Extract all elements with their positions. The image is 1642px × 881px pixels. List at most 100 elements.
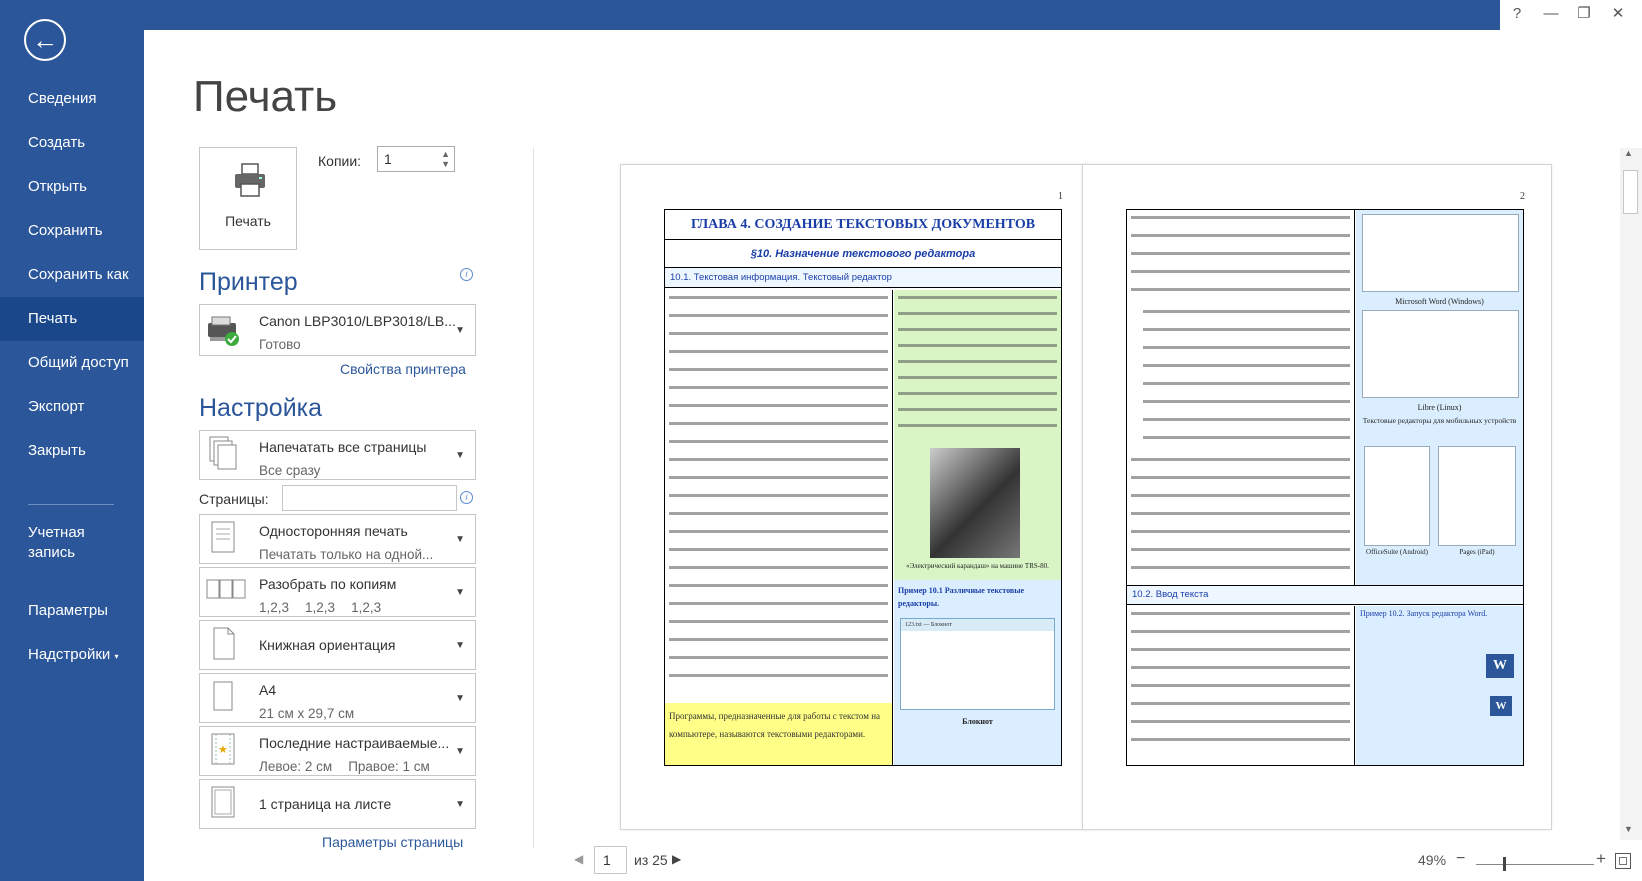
page-number-input[interactable]: 1 (594, 846, 627, 874)
page-2-text (1127, 210, 1355, 585)
print-button[interactable]: Печать (199, 147, 297, 250)
dropdown-arrow-icon: ▼ (455, 587, 465, 598)
restore-icon: ❐ (1577, 5, 1591, 22)
close-window-button[interactable]: ✕ (1604, 2, 1632, 26)
copies-stepper[interactable]: 1 ▲ ▼ (377, 146, 455, 172)
margin-left: Левое: 2 см (259, 759, 333, 774)
libre-screenshot (1362, 310, 1519, 398)
page-1-content: ГЛАВА 4. СОЗДАНИЕ ТЕКСТОВЫХ ДОКУМЕНТОВ §… (664, 209, 1062, 766)
caption-pages: Pages (iPad) (1459, 548, 1495, 556)
scroll-down-icon[interactable]: ▼ (1624, 824, 1633, 834)
collate-title: Разобрать по копиям (259, 576, 397, 592)
dropdown-arrow-icon: ▼ (455, 325, 465, 336)
photo-caption: «Электрический карандаш» на машине TRS-8… (906, 562, 1049, 570)
zoom-out-icon[interactable]: − (1456, 850, 1465, 868)
printer-name: Canon LBP3010/LBP3018/LB... (259, 313, 456, 329)
copies-value: 1 (384, 151, 392, 167)
scrollbar-thumb[interactable] (1623, 170, 1638, 214)
sides-sub: Печатать только на одной... (259, 547, 434, 562)
pages-per-sheet-icon (211, 786, 235, 818)
zoom-slider-thumb[interactable] (1503, 857, 1506, 871)
nav-options[interactable]: Параметры (0, 589, 144, 633)
zoom-level[interactable]: 49% (1418, 852, 1446, 868)
printer-properties-link[interactable]: Свойства принтера (340, 361, 466, 377)
print-button-label: Печать (225, 213, 271, 229)
dropdown-arrow-icon: ▼ (455, 746, 465, 757)
pages-per-sheet-title: 1 страница на листе (259, 796, 392, 812)
nav-addins[interactable]: Надстройки ▾ (0, 633, 144, 677)
paper-size-title: A4 (259, 682, 277, 698)
margins-title: Последние настраиваемые... (259, 735, 450, 751)
minimize-button[interactable]: — (1537, 2, 1565, 26)
help-icon: ? (1512, 5, 1522, 22)
nav-share[interactable]: Общий доступ (0, 341, 144, 385)
nav-save-as[interactable]: Сохранить как (0, 253, 144, 297)
collate-icon (206, 579, 246, 599)
zoom-slider-track[interactable] (1476, 864, 1594, 865)
paper-size-dropdown[interactable]: A4 21 см x 29,7 см ▼ (199, 673, 476, 723)
margins-dropdown[interactable]: ★ Последние настраиваемые... Левое: 2 см… (199, 726, 476, 776)
screenshots-column: Microsoft Word (Windows) Libre (Linux) Т… (1356, 210, 1523, 585)
page-number: 1 (1058, 191, 1063, 202)
restore-button[interactable]: ❐ (1570, 2, 1598, 26)
nav-open[interactable]: Открыть (0, 165, 144, 209)
portrait-icon (213, 627, 235, 660)
preview-status-bar (534, 851, 1642, 881)
page-title: Печать (193, 72, 338, 121)
pages-per-sheet-dropdown[interactable]: 1 страница на листе ▼ (199, 779, 476, 829)
collate-dropdown[interactable]: Разобрать по копиям 1,2,3 1,2,3 1,2,3 ▼ (199, 567, 476, 617)
scroll-up-icon[interactable]: ▲ (1624, 148, 1633, 158)
zoom-to-page-icon[interactable] (1615, 853, 1631, 869)
orientation-dropdown[interactable]: Книжная ориентация ▼ (199, 620, 476, 670)
officesuite-screenshot (1364, 446, 1430, 546)
dropdown-arrow-icon: ▼ (455, 534, 465, 545)
page-2-content: Microsoft Word (Windows) Libre (Linux) Т… (1126, 209, 1524, 766)
caption-mobile: Текстовые редакторы для мобильных устрой… (1362, 416, 1517, 425)
next-page-icon[interactable]: ▶ (672, 852, 681, 866)
caption-word: Microsoft Word (Windows) (1395, 297, 1484, 306)
one-sided-icon (211, 521, 235, 553)
example-box: Пример 10.2. Запуск редактора Word. W W (1356, 606, 1523, 765)
preview-page-2: 2 Microsoft Word (Windows) Libre (Linux)… (1082, 164, 1552, 830)
page-1-right-column: «Электрический карандаш» на машине TRS-8… (894, 290, 1061, 765)
info-icon[interactable]: i (460, 268, 473, 281)
sides-dropdown[interactable]: Односторонняя печать Печатать только на … (199, 514, 476, 564)
printer-dropdown[interactable]: Canon LBP3010/LBP3018/LB... Готово ▼ (199, 304, 476, 356)
spin-arrows-icon[interactable]: ▲ ▼ (441, 149, 450, 169)
margin-right: Правое: 1 см (348, 759, 430, 774)
back-button[interactable]: ← (24, 19, 66, 61)
print-range-sub: Все сразу (259, 463, 321, 478)
backstage-sidebar: ← Сведения Создать Открыть Сохранить Сох… (0, 0, 144, 881)
nav-info[interactable]: Сведения (0, 77, 144, 121)
pages-input[interactable] (282, 485, 457, 511)
print-range-dropdown[interactable]: Напечатать все страницы Все сразу ▼ (199, 430, 476, 480)
prev-page-icon[interactable]: ◀ (574, 852, 583, 866)
nav-account[interactable]: Учетная запись (0, 523, 112, 569)
nav-addins-label: Надстройки (28, 646, 111, 663)
preview-page-1: 1 ГЛАВА 4. СОЗДАНИЕ ТЕКСТОВЫХ ДОКУМЕНТОВ… (620, 164, 1090, 830)
page-1-left-column: Программы, предназначенные для работы с … (665, 290, 893, 765)
paper-size-sub: 21 см x 29,7 см (259, 706, 355, 721)
pages-label: Страницы: (199, 491, 269, 507)
nav-close[interactable]: Закрыть (0, 429, 144, 473)
example-label: Пример 10.2. Запуск редактора Word. (1360, 609, 1488, 618)
nav-save[interactable]: Сохранить (0, 209, 144, 253)
dropdown-arrow-icon: ▼ (455, 693, 465, 704)
svg-text:★: ★ (218, 743, 228, 756)
page-number: 2 (1520, 191, 1525, 202)
preview-scrollbar[interactable]: ▲ ▼ (1620, 148, 1642, 840)
page-setup-link[interactable]: Параметры страницы (322, 834, 463, 850)
chevron-down-icon: ▾ (114, 652, 119, 661)
photo (930, 448, 1020, 558)
collate-seq-1: 1,2,3 (259, 600, 290, 615)
printer-heading: Принтер (199, 268, 298, 296)
margins-sub: Левое: 2 см Правое: 1 см (259, 759, 446, 774)
page-count: из 25 (634, 852, 668, 868)
help-button[interactable]: ? (1503, 2, 1531, 26)
word-logo-icon: W (1486, 654, 1514, 678)
nav-export[interactable]: Экспорт (0, 385, 144, 429)
nav-new[interactable]: Создать (0, 121, 144, 165)
zoom-in-icon[interactable]: + (1596, 849, 1606, 869)
nav-print[interactable]: Печать (0, 297, 144, 341)
info-icon[interactable]: i (460, 491, 473, 504)
